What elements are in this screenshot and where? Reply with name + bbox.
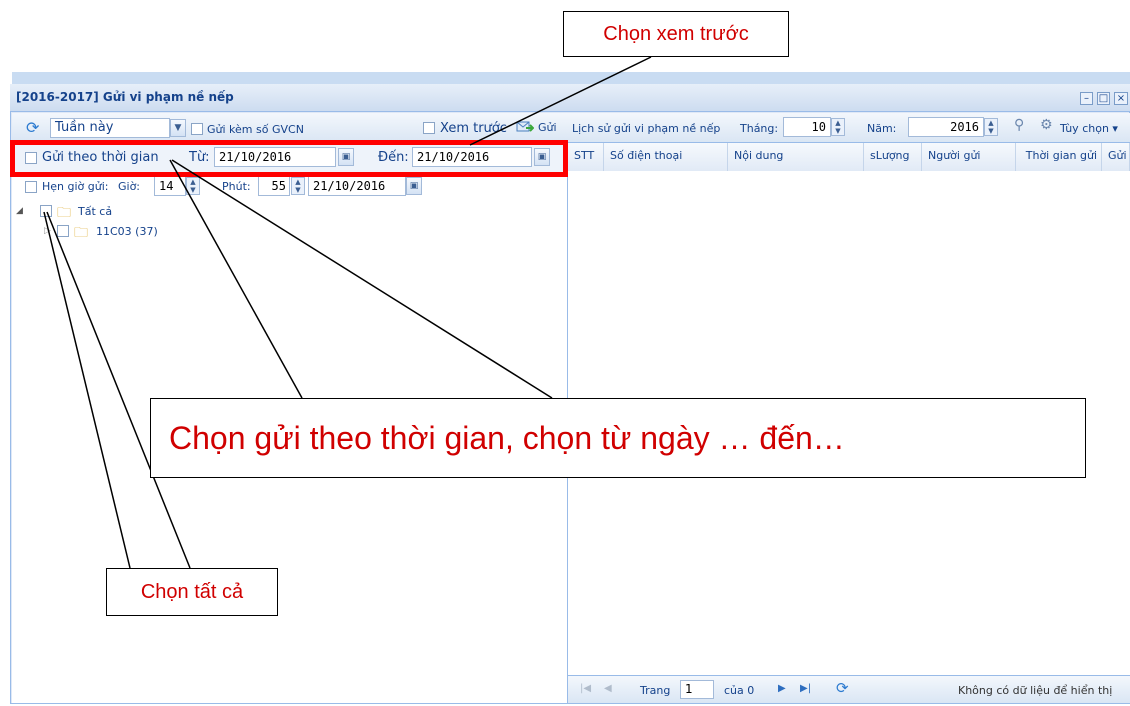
time-callout: Chọn gửi theo thời gian, chọn từ ngày … … xyxy=(150,398,1086,478)
preview-callout: Chọn xem trước xyxy=(563,11,789,57)
select-all-callout: Chọn tất cả xyxy=(106,568,278,616)
